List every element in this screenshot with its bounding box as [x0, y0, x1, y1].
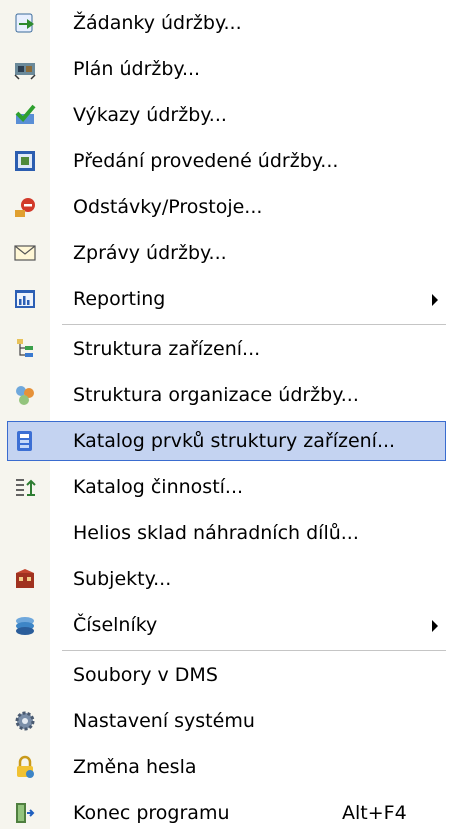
chart-icon	[13, 287, 37, 311]
exit-door-icon	[13, 801, 37, 825]
request-arrow-icon	[13, 11, 37, 35]
handover-icon	[13, 149, 37, 173]
plan-icon	[13, 57, 37, 81]
menu-item-struktura-zarizeni[interactable]: Struktura zařízení...	[0, 326, 452, 372]
catalog-icon	[13, 429, 37, 453]
menu-item-label: Soubory v DMS	[73, 664, 218, 686]
menu-item-label: Katalog prvků struktury zařízení...	[73, 430, 396, 452]
menu-item-plan-udrzby[interactable]: Plán údržby...	[0, 46, 452, 92]
menu-item-zpravy-udrzby[interactable]: Zprávy údržby...	[0, 230, 452, 276]
envelope-icon	[13, 241, 37, 265]
menu-item-label: Subjekty...	[73, 568, 172, 590]
menu-item-ciselniky[interactable]: Číselníky	[0, 602, 452, 648]
menu-item-label: Katalog činností...	[73, 476, 244, 498]
menu-item-struktura-organizace-udrzby[interactable]: Struktura organizace údržby...	[0, 372, 452, 418]
menu-item-label: Odstávky/Prostoje...	[73, 196, 263, 218]
menu-item-label: Číselníky	[73, 614, 158, 636]
gear-icon	[13, 709, 37, 733]
menu-item-label: Reporting	[73, 288, 166, 310]
menu-item-konec-programu[interactable]: Konec programu Alt+F4	[0, 790, 452, 836]
menu-item-nastaveni-systemu[interactable]: Nastavení systému	[0, 698, 452, 744]
menu-item-reporting[interactable]: Reporting	[0, 276, 452, 322]
menu-item-label: Žádanky údržby...	[73, 12, 242, 34]
tree-icon	[13, 337, 37, 361]
menu-item-label: Výkazy údržby...	[73, 104, 227, 126]
codebook-icon	[13, 613, 37, 637]
menu-item-soubory-v-dms[interactable]: Soubory v DMS	[0, 652, 452, 698]
menu-item-zmena-hesla[interactable]: Změna hesla	[0, 744, 452, 790]
menu-item-predani-provedene-udrzby[interactable]: Předání provedené údržby...	[0, 138, 452, 184]
menu-items: Žádanky údržby... Plán údržby... Výkazy …	[0, 0, 452, 836]
menu-item-label: Nastavení systému	[73, 710, 255, 732]
activity-icon	[13, 475, 37, 499]
submenu-arrow-icon	[432, 294, 438, 306]
menu-item-label: Zprávy údržby...	[73, 242, 227, 264]
context-menu: Žádanky údržby... Plán údržby... Výkazy …	[0, 0, 452, 829]
submenu-arrow-icon	[432, 620, 438, 632]
organization-icon	[13, 383, 37, 407]
menu-item-label: Struktura organizace údržby...	[73, 384, 359, 406]
menu-item-katalog-cinnosti[interactable]: Katalog činností...	[0, 464, 452, 510]
menu-item-label: Předání provedené údržby...	[73, 150, 339, 172]
lock-icon	[13, 755, 37, 779]
menu-item-label: Konec programu	[73, 802, 230, 824]
outage-icon	[13, 195, 37, 219]
menu-item-zadanky-udrzby[interactable]: Žádanky údržby...	[0, 0, 452, 46]
menu-item-odstavky-prostoje[interactable]: Odstávky/Prostoje...	[0, 184, 452, 230]
menu-item-label: Změna hesla	[73, 756, 197, 778]
menu-item-label: Plán údržby...	[73, 58, 201, 80]
report-check-icon	[13, 103, 37, 127]
menu-item-helios-sklad-nahradnich-dilu[interactable]: Helios sklad náhradních dílů...	[0, 510, 452, 556]
menu-item-katalog-prvku-struktury-zarizeni[interactable]: Katalog prvků struktury zařízení...	[0, 418, 452, 464]
shortcut-label: Alt+F4	[342, 802, 407, 824]
menu-item-label: Helios sklad náhradních dílů...	[73, 522, 359, 544]
menu-item-subjekty[interactable]: Subjekty...	[0, 556, 452, 602]
menu-item-vykazy-udrzby[interactable]: Výkazy údržby...	[0, 92, 452, 138]
menu-item-label: Struktura zařízení...	[73, 338, 261, 360]
subjects-icon	[13, 567, 37, 591]
